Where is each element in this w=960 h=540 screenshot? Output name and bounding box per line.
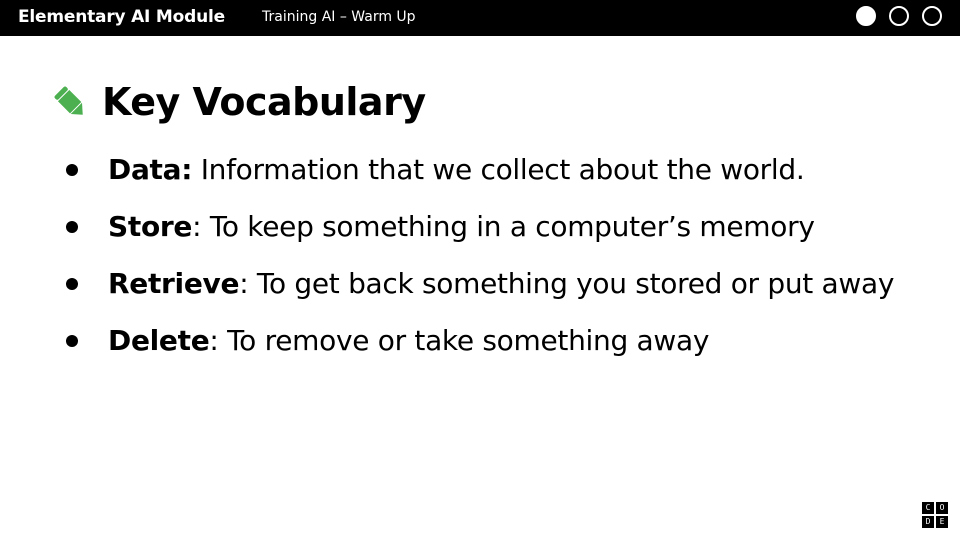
logo-letter: E: [936, 516, 948, 528]
bullet: [66, 335, 78, 347]
list-item: Store: To keep something in a computer’s…: [66, 205, 926, 249]
lesson-title: Training AI – Warm Up: [262, 9, 416, 25]
vocab-definition: : To keep something in a computer’s memo…: [192, 210, 815, 243]
vocab-definition: : To remove or take something away: [209, 324, 710, 357]
page-title: Key Vocabulary: [102, 80, 426, 124]
progress-dot-1: [856, 6, 876, 26]
bullet: [66, 278, 78, 290]
vocab-term: Data:: [108, 153, 193, 186]
progress-dot-3: [922, 6, 942, 26]
logo-letter: D: [922, 516, 934, 528]
vocabulary-list: Data: Information that we collect about …: [66, 148, 926, 376]
vocab-definition: : To get back something you stored or pu…: [239, 267, 895, 300]
progress-indicator: [856, 6, 942, 26]
logo-letter: C: [922, 502, 934, 514]
code-logo: C O D E: [922, 502, 948, 528]
top-bar: Elementary AI Module Training AI – Warm …: [0, 0, 960, 36]
slide: Elementary AI Module Training AI – Warm …: [0, 0, 960, 540]
list-item: Retrieve: To get back something you stor…: [66, 262, 926, 306]
pencil-icon: [54, 86, 83, 115]
vocab-term: Delete: [108, 324, 210, 357]
vocab-definition: Information that we collect about the wo…: [192, 153, 805, 186]
list-item: Data: Information that we collect about …: [66, 148, 926, 192]
bullet: [66, 221, 78, 233]
vocab-term: Retrieve: [108, 267, 240, 300]
progress-dot-2: [889, 6, 909, 26]
logo-letter: O: [936, 502, 948, 514]
heading: Key Vocabulary: [50, 80, 426, 124]
module-title: Elementary AI Module: [18, 7, 225, 27]
bullet: [66, 164, 78, 176]
list-item: Delete: To remove or take something away: [66, 319, 926, 363]
vocab-term: Store: [108, 210, 193, 243]
